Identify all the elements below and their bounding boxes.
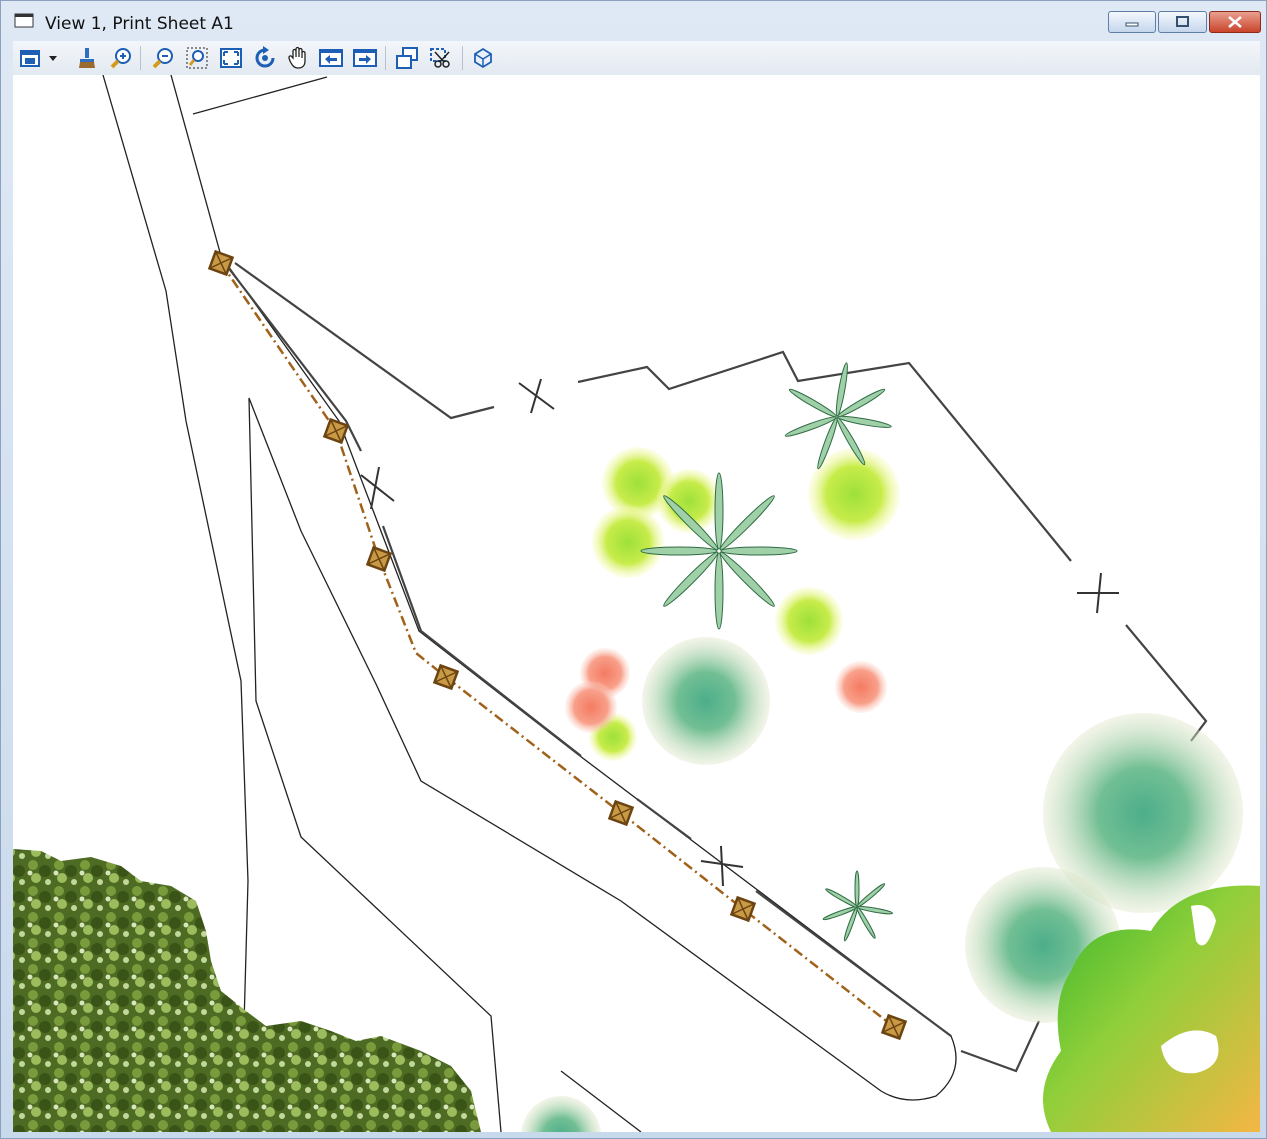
toolbar-separator [385,46,386,70]
pan-view-icon[interactable] [286,46,310,70]
close-button[interactable] [1209,11,1261,33]
view-window: View 1, Print Sheet A1 [0,0,1267,1139]
restore-button[interactable] [1158,11,1207,33]
clip-volume-icon[interactable] [429,46,453,70]
toolbar-separator [140,46,141,70]
rotate-view-icon[interactable] [253,46,277,70]
zoom-out-icon[interactable] [151,46,175,70]
view-toolbar [13,41,1260,75]
view-display-style-icon[interactable] [75,46,99,70]
zoom-in-icon[interactable] [109,46,133,70]
window-icon [14,13,34,29]
minimize-button[interactable] [1108,11,1156,33]
window-area-icon[interactable] [185,46,209,70]
textured-tree-canopy [13,849,481,1132]
toolbar-separator [462,46,463,70]
copy-view-icon[interactable] [395,46,419,70]
view-next-icon[interactable] [353,46,377,70]
view-attributes-icon[interactable] [19,46,43,70]
window-title: View 1, Print Sheet A1 [45,14,234,34]
drawing-canvas[interactable] [13,75,1260,1132]
view-properties-icon[interactable] [471,46,495,70]
view-previous-icon[interactable] [319,46,343,70]
fit-view-icon[interactable] [219,46,243,70]
dropdown-chevron-icon[interactable] [47,46,59,70]
cross-markers [360,378,1119,887]
title-bar[interactable]: View 1, Print Sheet A1 [1,1,1266,41]
